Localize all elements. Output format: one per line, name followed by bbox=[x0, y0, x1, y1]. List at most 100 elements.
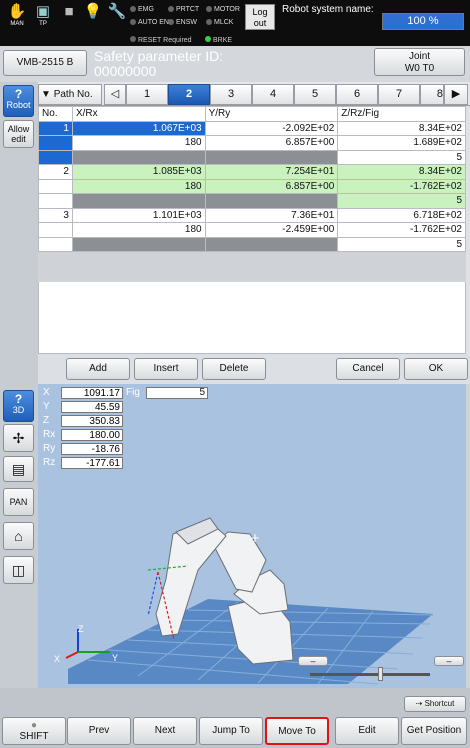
tab-path-3[interactable]: 3 bbox=[210, 84, 252, 105]
cell-ry[interactable]: -2.459E+00 bbox=[204, 222, 339, 238]
man-label: MAN bbox=[10, 21, 24, 27]
tab-path-6[interactable]: 6 bbox=[336, 84, 378, 105]
cell-rx[interactable]: 180 bbox=[71, 135, 206, 151]
get-position-button[interactable]: Get Position bbox=[401, 717, 467, 745]
cell-z[interactable]: 8.34E+02 bbox=[337, 164, 466, 180]
zoom-in-button[interactable]: – bbox=[434, 656, 464, 666]
tab-path-2[interactable]: 2 bbox=[168, 84, 210, 105]
col-x-rx: X/Rx bbox=[71, 106, 206, 122]
view-3d-label: 3D bbox=[12, 405, 25, 415]
shortcut-button[interactable]: ⇢ Shortcut bbox=[404, 696, 466, 712]
cell-x[interactable]: 1.101E+03 bbox=[71, 207, 206, 223]
zoom-slider-handle[interactable] bbox=[378, 667, 383, 681]
delete-button[interactable]: Delete bbox=[202, 358, 266, 380]
row-number[interactable]: 3 bbox=[38, 207, 73, 223]
cell-rx[interactable]: 180 bbox=[71, 222, 206, 238]
cell-rx[interactable]: 180 bbox=[71, 178, 206, 194]
safety-id-value: 00000000 bbox=[94, 63, 157, 79]
table-row[interactable]: 180 6.857E+00 -1.762E+02 bbox=[38, 178, 466, 194]
zoom-out-button[interactable]: – bbox=[298, 656, 328, 666]
jump-to-button[interactable]: Jump To bbox=[199, 717, 263, 745]
tab-path-8[interactable]: 8 bbox=[420, 84, 444, 105]
robot-mode-button[interactable]: ? Robot bbox=[3, 85, 34, 117]
cell-x[interactable]: 1.067E+03 bbox=[71, 120, 206, 136]
tab-path-7[interactable]: 7 bbox=[378, 84, 420, 105]
row-number[interactable]: 1 bbox=[38, 120, 73, 136]
target-point-icon[interactable]: ✢ bbox=[3, 424, 34, 452]
scroll-right-icon[interactable]: ▶ bbox=[444, 84, 468, 105]
signal-ensw: ENSW bbox=[168, 19, 197, 26]
shortcut-icon: ⇢ bbox=[415, 699, 423, 708]
table-row[interactable]: 5 bbox=[38, 149, 466, 165]
cell-z[interactable]: 6.718E+02 bbox=[337, 207, 466, 223]
table-scrollbar[interactable] bbox=[466, 106, 470, 354]
table-row[interactable]: 180 6.857E+00 1.689E+02 bbox=[38, 135, 466, 151]
cell-ry[interactable]: 6.857E+00 bbox=[204, 178, 339, 194]
shift-button[interactable]: ● SHIFT bbox=[2, 717, 66, 745]
cell-fig[interactable]: 5 bbox=[337, 193, 466, 209]
teach-pendant-icon[interactable]: ▣ TP bbox=[30, 3, 56, 31]
cell-y[interactable]: 7.254E+01 bbox=[204, 164, 339, 180]
cell-z[interactable]: 8.34E+02 bbox=[337, 120, 466, 136]
scroll-left-icon[interactable]: ◁ bbox=[104, 84, 126, 105]
prev-button[interactable]: Prev bbox=[67, 717, 131, 745]
table-header-row: No. X/Rx Y/Ry Z/Rz/Fig bbox=[38, 106, 466, 122]
shortcut-label: Shortcut bbox=[424, 699, 455, 708]
tool-icon[interactable]: 🔧 bbox=[104, 3, 130, 31]
insert-button[interactable]: Insert bbox=[134, 358, 198, 380]
tab-path-1[interactable]: 1 bbox=[126, 84, 168, 105]
cell-ry[interactable]: 6.857E+00 bbox=[204, 135, 339, 151]
lamp-icon[interactable]: 💡 bbox=[80, 3, 106, 31]
row-number[interactable]: 2 bbox=[38, 164, 73, 180]
table-row[interactable]: 5 bbox=[38, 193, 466, 209]
path-number-label: Path No. bbox=[53, 89, 93, 100]
path-tab-bar: ▼ Path No. ◁ 1 2 3 4 5 6 7 8 ▶ bbox=[38, 82, 470, 106]
move-to-button[interactable]: Move To bbox=[265, 717, 329, 745]
add-button[interactable]: Add bbox=[66, 358, 130, 380]
edit-button[interactable]: Edit bbox=[335, 717, 399, 745]
logout-button[interactable]: Log out bbox=[245, 4, 275, 30]
table-row[interactable]: 3 1.101E+03 7.36E+01 6.718E+02 bbox=[38, 207, 466, 223]
robot-model-button[interactable]: VMB-2515 B bbox=[3, 50, 87, 76]
tab-path-4[interactable]: 4 bbox=[252, 84, 294, 105]
path-number-selector[interactable]: ▼ Path No. bbox=[38, 84, 102, 105]
stop-icon[interactable]: ■ bbox=[56, 3, 82, 31]
edit-button-bar: Add Insert Delete Cancel OK bbox=[38, 354, 470, 384]
home-view-icon[interactable]: ⌂ bbox=[3, 522, 34, 550]
table-row[interactable]: 2 1.085E+03 7.254E+01 8.34E+02 bbox=[38, 164, 466, 180]
manual-mode-icon[interactable]: ✋ MAN bbox=[4, 3, 30, 31]
robot-scene: + Z Y X bbox=[54, 517, 434, 685]
cell-rz[interactable]: 1.689E+02 bbox=[337, 135, 466, 151]
brake-indicator: BRKE bbox=[205, 36, 232, 44]
ok-button[interactable]: OK bbox=[404, 358, 468, 380]
cancel-button[interactable]: Cancel bbox=[336, 358, 400, 380]
next-button[interactable]: Next bbox=[133, 717, 197, 745]
top-status-bar: ✋ MAN ▣ TP ■ 💡 🔧 EMG PRTCT MOTOR AUTO EN E… bbox=[0, 0, 470, 34]
table-row[interactable]: 180 -2.459E+00 -1.762E+02 bbox=[38, 222, 466, 238]
tab-path-5[interactable]: 5 bbox=[294, 84, 336, 105]
cell-rz[interactable]: -1.762E+02 bbox=[337, 222, 466, 238]
progress-text: 100 % bbox=[407, 15, 439, 27]
cell-fig[interactable]: 5 bbox=[337, 149, 466, 165]
col-z-rz-fig: Z/Rz/Fig bbox=[337, 106, 466, 122]
cell-y[interactable]: 7.36E+01 bbox=[204, 207, 339, 223]
cell-x[interactable]: 1.085E+03 bbox=[71, 164, 206, 180]
shift-indicator-icon: ● bbox=[30, 720, 38, 731]
grid-view-icon[interactable]: ▤ bbox=[3, 456, 34, 482]
table-row[interactable]: 1 1.067E+03 -2.092E+02 8.34E+02 bbox=[38, 120, 466, 136]
cell-fig[interactable]: 5 bbox=[337, 236, 466, 252]
pan-button[interactable]: PAN bbox=[3, 488, 34, 516]
robot-3d-view[interactable]: X 1091.17 Y 45.59 Z 350.83 Rx 180.00 Ry -18.7… bbox=[38, 384, 466, 688]
cell-y[interactable]: -2.092E+02 bbox=[204, 120, 339, 136]
signal-motor: MOTOR bbox=[206, 6, 240, 13]
joint-button[interactable]: Joint W0 T0 bbox=[374, 48, 465, 76]
zoom-slider-track[interactable] bbox=[310, 673, 430, 676]
table-row[interactable]: 5 bbox=[38, 236, 466, 252]
cube-view-icon[interactable]: ◫ bbox=[3, 556, 34, 584]
allow-edit-button[interactable]: Allow edit bbox=[3, 120, 34, 148]
view-3d-button[interactable]: ? 3D bbox=[3, 390, 34, 422]
table-empty-area bbox=[38, 282, 466, 354]
col-no: No. bbox=[38, 106, 73, 122]
cell-rz[interactable]: -1.762E+02 bbox=[337, 178, 466, 194]
path-point-table: No. X/Rx Y/Ry Z/Rz/Fig 1 1.067E+03 -2.09… bbox=[38, 106, 466, 252]
